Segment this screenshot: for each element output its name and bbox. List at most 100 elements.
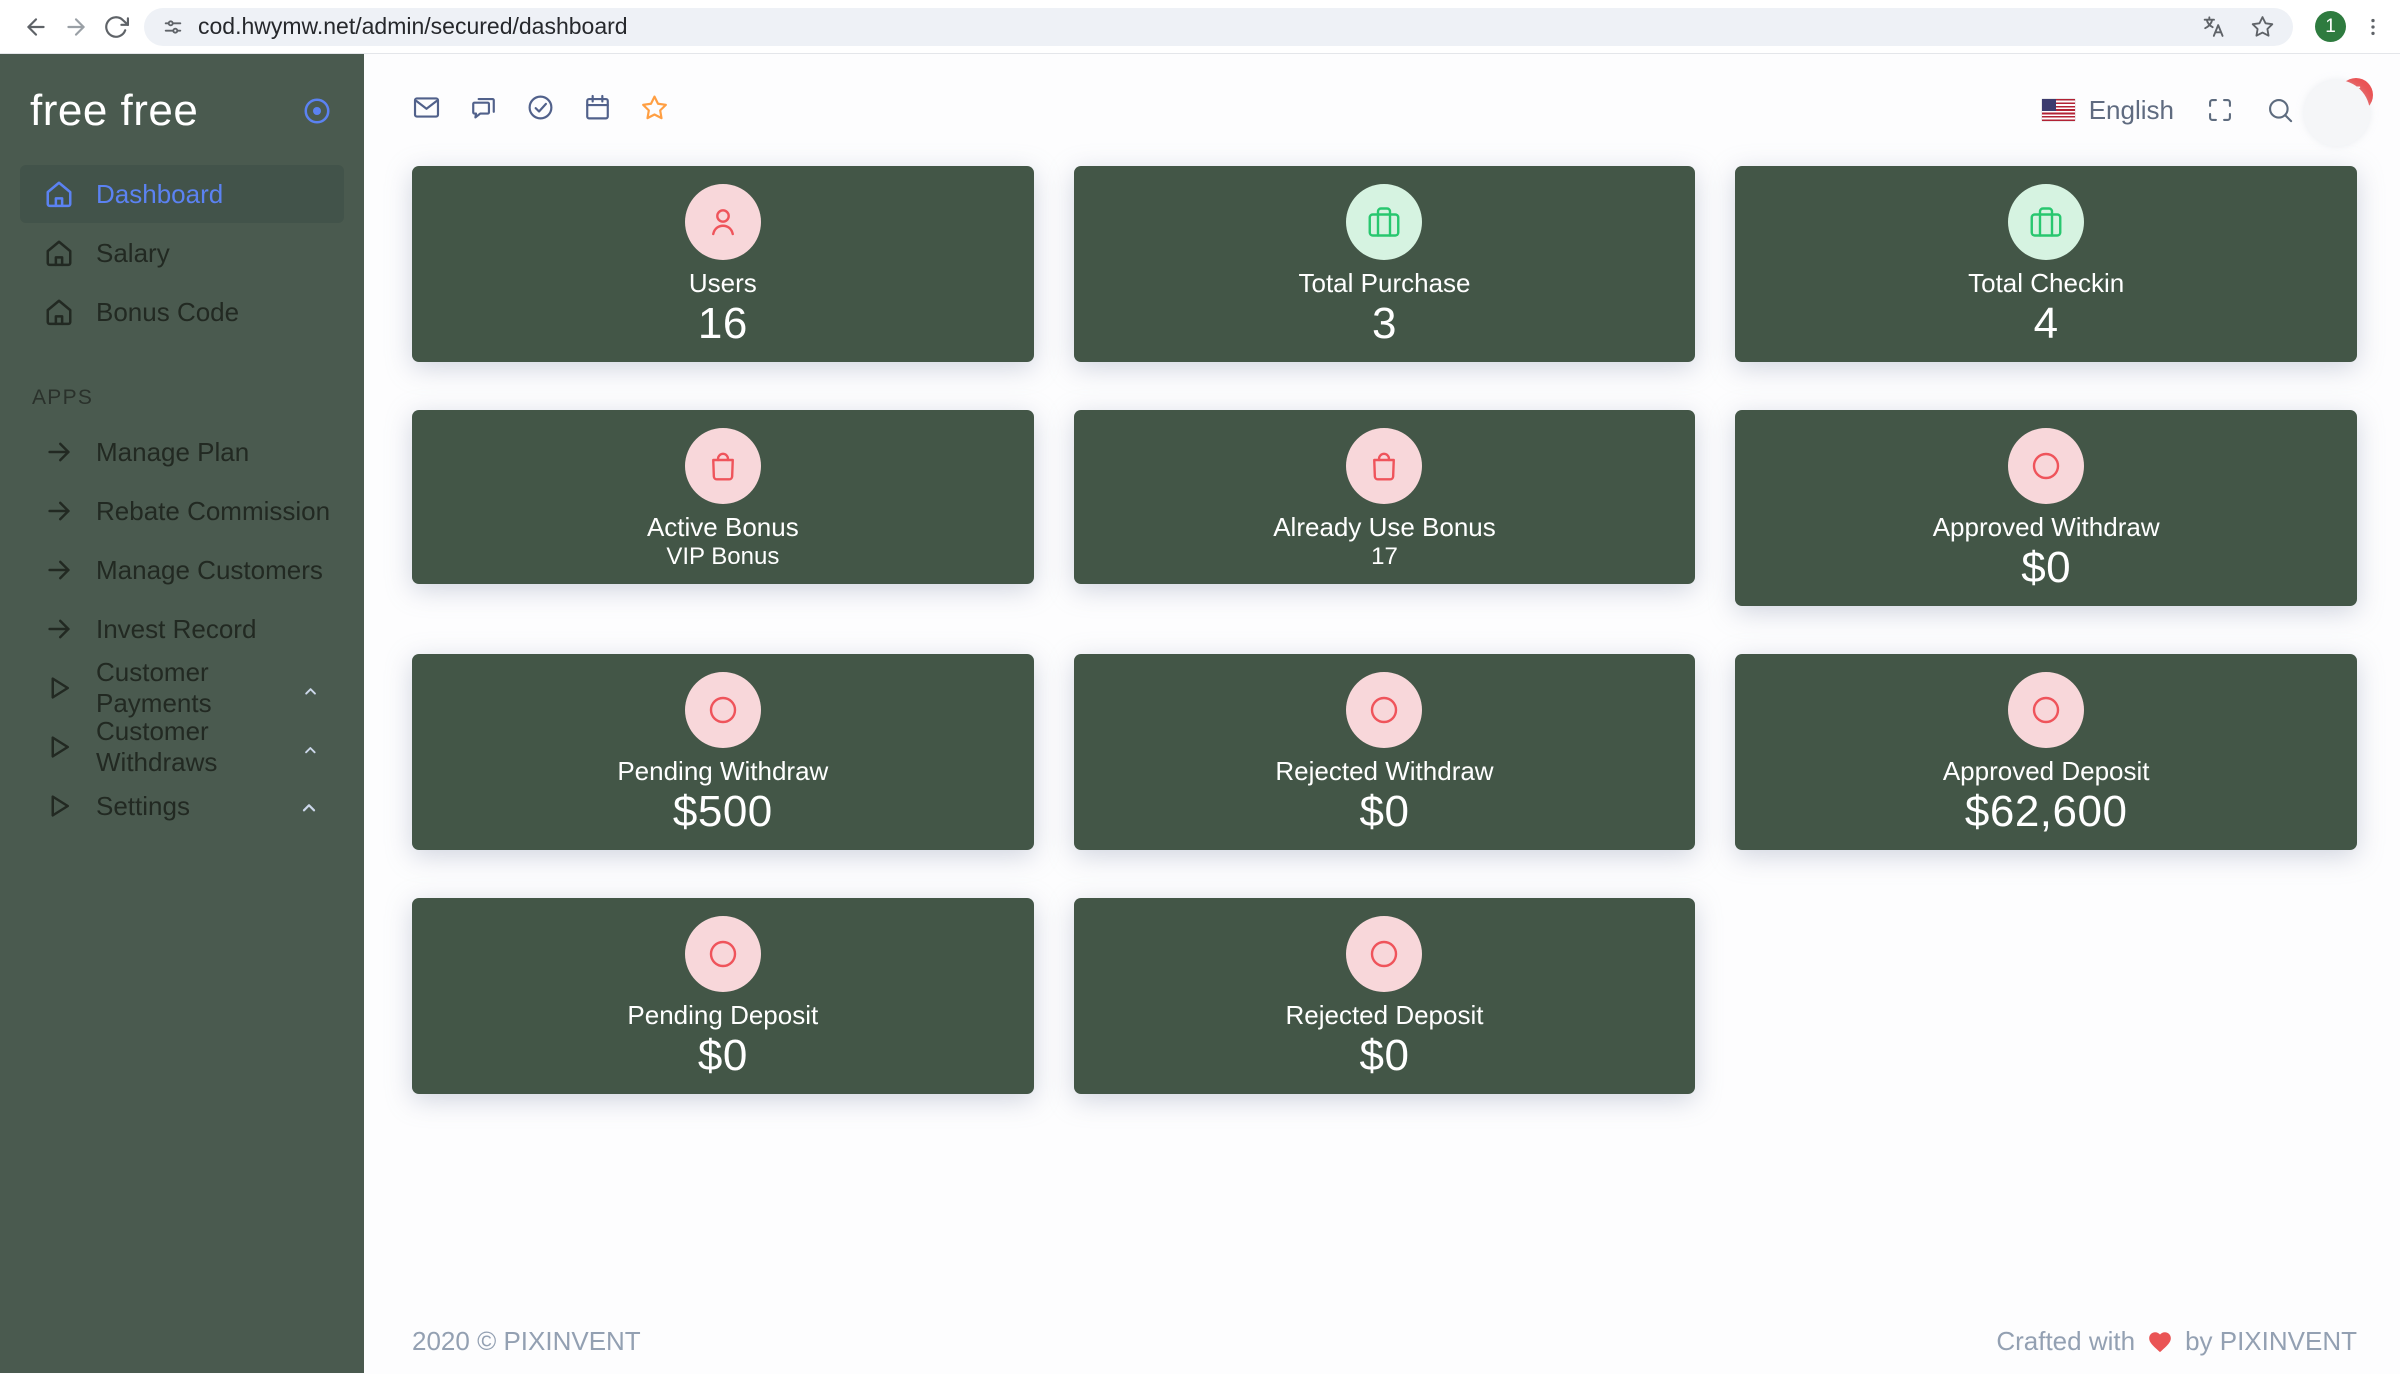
top-navbar: English 5: [412, 54, 2357, 166]
sidebar-item-manage-plan[interactable]: Manage Plan: [20, 423, 344, 481]
sidebar-item-manage-customers[interactable]: Manage Customers: [20, 541, 344, 599]
brand-logo[interactable]: free free: [30, 86, 198, 136]
bookmark-star-icon[interactable]: [2250, 14, 2275, 39]
stat-card-pending-withdraw[interactable]: Pending Withdraw$500: [412, 654, 1034, 850]
home-icon: [44, 238, 74, 268]
circle-icon: [2008, 428, 2084, 504]
profile-avatar-label: 1: [2325, 16, 2336, 38]
sidebar-item-label: Rebate Commission: [96, 496, 330, 527]
sidebar-item-label: Customer Payments: [96, 657, 301, 719]
todo-shortcut-button[interactable]: [526, 93, 555, 127]
card-title: Already Use Bonus: [1094, 512, 1676, 542]
reload-icon: [103, 14, 129, 40]
stat-card-active-bonus[interactable]: Active BonusVIP Bonus: [412, 410, 1034, 584]
sidebar-item-label: Dashboard: [96, 179, 223, 210]
favorites-shortcut-button[interactable]: [640, 93, 669, 127]
user-avatar-placeholder[interactable]: [2304, 80, 2370, 146]
sidebar: free free Dashboard Salary Bonus Code APPS…: [0, 54, 364, 1373]
browser-toolbar: cod.hwymw.net/admin/secured/dashboard 1: [0, 0, 2400, 54]
calendar-icon: [583, 93, 612, 122]
bag-icon: [685, 428, 761, 504]
translate-icon[interactable]: [2201, 14, 2226, 39]
circle-icon: [2028, 692, 2064, 728]
card-title: Users: [432, 268, 1014, 298]
language-label[interactable]: English: [2089, 95, 2174, 126]
sidebar-item-invest-record[interactable]: Invest Record: [20, 600, 344, 658]
stat-card-users[interactable]: Users16: [412, 166, 1034, 362]
circle-icon: [2008, 672, 2084, 748]
mail-shortcut-button[interactable]: [412, 93, 441, 127]
home-icon: [44, 297, 74, 327]
sidebar-item-label: Customer Withdraws: [96, 716, 301, 778]
sidebar-item-rebate-commission[interactable]: Rebate Commission: [20, 482, 344, 540]
heart-icon: [2147, 1329, 2173, 1355]
stat-card-total-checkin[interactable]: Total Checkin4: [1735, 166, 2357, 362]
chevron-up-icon: [298, 797, 320, 819]
back-arrow-icon: [23, 14, 49, 40]
stat-card-already-use-bonus[interactable]: Already Use Bonus17: [1074, 410, 1696, 584]
sidebar-item-label: Manage Plan: [96, 437, 249, 468]
sidebar-item-salary[interactable]: Salary: [20, 224, 344, 282]
card-title: Total Checkin: [1755, 268, 2337, 298]
user-icon: [685, 184, 761, 260]
language-switcher[interactable]: English: [2042, 95, 2174, 126]
browser-back-button[interactable]: [16, 7, 56, 47]
card-value: 16: [432, 298, 1014, 350]
circle-icon: [2028, 448, 2064, 484]
browser-menu-button[interactable]: [2362, 16, 2384, 38]
card-title: Pending Withdraw: [432, 756, 1014, 786]
forward-arrow-icon: [63, 14, 89, 40]
stat-card-rejected-withdraw[interactable]: Rejected Withdraw$0: [1074, 654, 1696, 850]
briefcase-icon: [1366, 204, 1402, 240]
browser-reload-button[interactable]: [96, 7, 136, 47]
browser-forward-button[interactable]: [56, 7, 96, 47]
card-title: Active Bonus: [432, 512, 1014, 542]
bag-icon: [1366, 448, 1402, 484]
sidebar-item-settings[interactable]: Settings: [20, 777, 344, 835]
fullscreen-icon[interactable]: [2206, 96, 2234, 124]
circle-icon: [685, 672, 761, 748]
sidebar-item-customer-payments[interactable]: Customer Payments: [20, 659, 344, 717]
chat-shortcut-button[interactable]: [469, 93, 498, 127]
browser-profile-avatar[interactable]: 1: [2315, 11, 2346, 42]
card-value: 4: [1755, 298, 2337, 350]
sidebar-item-customer-withdraws[interactable]: Customer Withdraws: [20, 718, 344, 776]
circle-icon: [1346, 672, 1422, 748]
footer-copyright: 2020 © PIXINVENT: [412, 1326, 641, 1357]
chat-icon: [469, 93, 498, 122]
url-text[interactable]: cod.hwymw.net/admin/secured/dashboard: [198, 13, 628, 40]
footer: 2020 © PIXINVENT Crafted with by PIXINVE…: [412, 1326, 2357, 1373]
stat-card-pending-deposit[interactable]: Pending Deposit$0: [412, 898, 1034, 1094]
circle-icon: [705, 692, 741, 728]
chevron-up-icon: [301, 741, 320, 760]
site-settings-icon[interactable]: [162, 16, 184, 38]
sidebar-toggle-disc-icon[interactable]: [302, 96, 332, 126]
briefcase-icon: [2008, 184, 2084, 260]
url-bar[interactable]: cod.hwymw.net/admin/secured/dashboard: [144, 8, 2293, 46]
check-circle-icon: [526, 93, 555, 122]
sidebar-item-label: Bonus Code: [96, 297, 239, 328]
stat-card-approved-withdraw[interactable]: Approved Withdraw$0: [1735, 410, 2357, 606]
us-flag-icon: [2042, 99, 2075, 121]
search-icon[interactable]: [2266, 96, 2294, 124]
sidebar-item-bonus-code[interactable]: Bonus Code: [20, 283, 344, 341]
user-icon: [705, 204, 741, 240]
sidebar-main-menu: Dashboard Salary Bonus Code: [0, 164, 364, 342]
sidebar-item-dashboard[interactable]: Dashboard: [20, 165, 344, 223]
sidebar-apps-menu: Manage Plan Rebate Commission Manage Custo…: [0, 422, 364, 836]
kebab-menu-icon: [2362, 16, 2384, 38]
card-value: 17: [1094, 542, 1676, 572]
card-value: $0: [432, 1030, 1014, 1082]
card-value: $0: [1094, 1030, 1676, 1082]
sidebar-item-label: Manage Customers: [96, 555, 323, 586]
calendar-shortcut-button[interactable]: [583, 93, 612, 127]
circle-icon: [1366, 936, 1402, 972]
apps-section-header: APPS: [32, 386, 364, 410]
bag-icon: [705, 448, 741, 484]
sidebar-item-label: Salary: [96, 238, 170, 269]
stat-card-approved-deposit[interactable]: Approved Deposit$62,600: [1735, 654, 2357, 850]
card-value: $0: [1094, 786, 1676, 838]
stat-card-total-purchase[interactable]: Total Purchase3: [1074, 166, 1696, 362]
stat-card-rejected-deposit[interactable]: Rejected Deposit$0: [1074, 898, 1696, 1094]
main-content: English 5 Users16Total Purchase3Total Ch…: [364, 54, 2400, 1373]
